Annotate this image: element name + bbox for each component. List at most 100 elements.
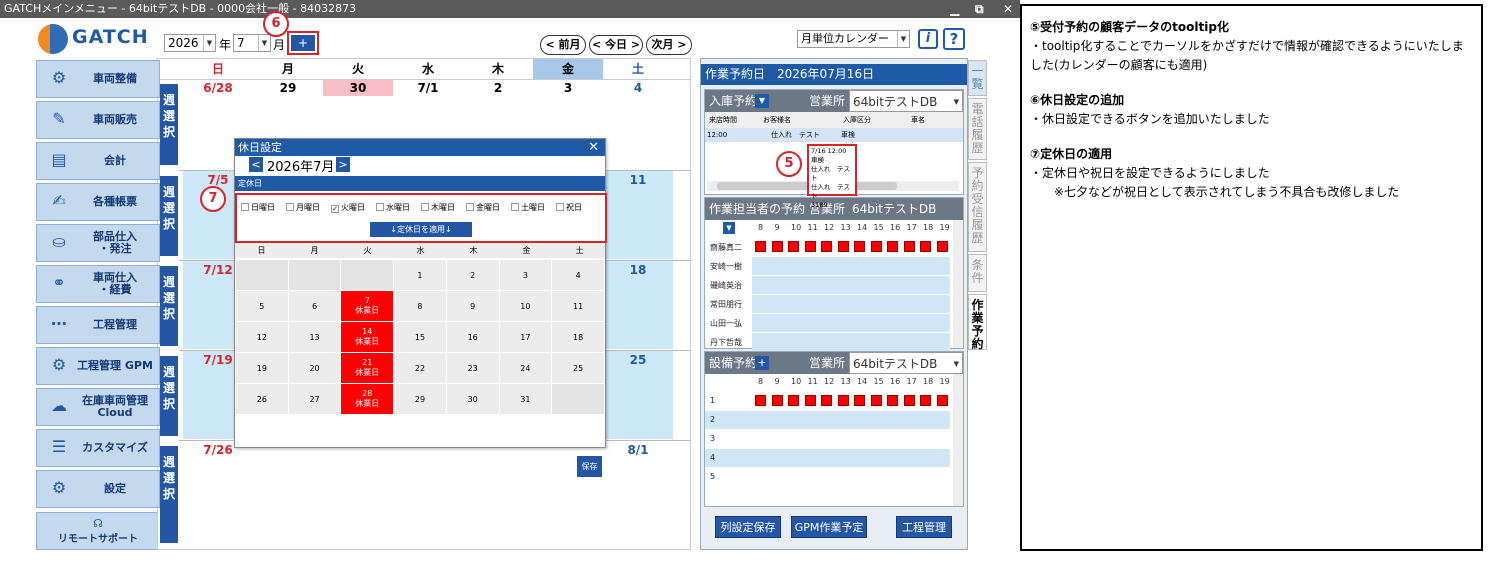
- week-select-button[interactable]: 週 選 択: [160, 446, 178, 543]
- vtab-4[interactable]: 作業予約: [968, 294, 987, 351]
- dialog-day-cell[interactable]: 10: [498, 290, 553, 322]
- reservation-block[interactable]: [821, 241, 832, 252]
- dialog-day-cell[interactable]: 12: [235, 321, 289, 353]
- dialog-day-cell[interactable]: 4: [551, 259, 605, 291]
- calendar-day[interactable]: 3: [533, 80, 603, 96]
- staff-name[interactable]: 齋藤真二: [710, 242, 742, 253]
- staff-name[interactable]: 常田朋行: [710, 299, 742, 310]
- calendar-day[interactable]: 30: [323, 80, 393, 96]
- staff-name[interactable]: 安崎一樹: [710, 261, 742, 272]
- holiday-setting-add-button[interactable]: +: [291, 35, 315, 51]
- reservation-block[interactable]: [936, 395, 948, 406]
- dialog-day-cell[interactable]: 28 休業日: [340, 383, 395, 415]
- dialog-day-cell[interactable]: 29: [393, 383, 447, 415]
- dialog-day-cell[interactable]: 18: [551, 321, 605, 353]
- staff-name[interactable]: 山田一弘: [710, 318, 742, 329]
- calendar-day[interactable]: 7/1: [393, 80, 463, 96]
- dialog-day-cell[interactable]: 8: [393, 290, 447, 322]
- calendar-day[interactable]: 11: [603, 172, 673, 188]
- reservation-block[interactable]: [804, 395, 816, 406]
- reservation-block[interactable]: [887, 241, 898, 252]
- vtab-3[interactable]: 条件: [968, 254, 987, 292]
- year-select[interactable]: 2026 ▼: [164, 34, 216, 52]
- staff-name[interactable]: 丹下哲哉: [710, 337, 742, 348]
- gpm-schedule-button[interactable]: GPM作業予定: [791, 516, 867, 538]
- dialog-day-cell[interactable]: 1: [393, 259, 447, 291]
- week-select-button[interactable]: 週 選 択: [160, 266, 178, 346]
- today-button[interactable]: < 今日 >: [589, 35, 643, 55]
- dialog-save-button[interactable]: 保存: [577, 456, 602, 477]
- dialog-next-month-button[interactable]: >: [336, 157, 350, 172]
- sidebar-item-2[interactable]: ▤ 会計: [36, 142, 160, 180]
- help-icon[interactable]: ?: [943, 28, 965, 50]
- maximize-icon[interactable]: ⧉: [975, 0, 984, 18]
- reservation-block[interactable]: [920, 241, 931, 252]
- reservation-block[interactable]: [755, 395, 766, 406]
- reservation-block[interactable]: [837, 241, 849, 252]
- reservation-block[interactable]: [804, 241, 816, 252]
- week-select-button[interactable]: 週 選 択: [160, 356, 178, 436]
- dialog-day-cell[interactable]: 13: [287, 321, 342, 353]
- sidebar-item-3[interactable]: ✍ 各種帳票: [36, 183, 160, 221]
- calendar-day[interactable]: 29: [253, 80, 323, 96]
- vtab-2[interactable]: 予約受信履歴: [968, 162, 987, 252]
- calendar-day[interactable]: 8/1: [603, 442, 673, 458]
- next-month-button[interactable]: 次月 >: [646, 35, 692, 55]
- sidebar-item-9[interactable]: ☰ カスタマイズ: [36, 429, 160, 467]
- reservation-block[interactable]: [870, 395, 882, 406]
- office-select[interactable]: 64bitテストDB ▼: [849, 90, 963, 112]
- dialog-day-cell[interactable]: 26: [235, 383, 289, 415]
- calendar-day[interactable]: 2: [463, 80, 533, 96]
- reservation-block[interactable]: [903, 395, 915, 406]
- reservation-block[interactable]: [854, 241, 865, 252]
- dialog-day-cell[interactable]: 22: [393, 352, 447, 384]
- dialog-day-cell[interactable]: 3: [498, 259, 553, 291]
- dialog-day-cell[interactable]: 7 休業日: [340, 290, 395, 322]
- reservation-block[interactable]: [903, 241, 915, 252]
- vertical-scrollbar[interactable]: [953, 374, 963, 506]
- dialog-day-cell[interactable]: 21 休業日: [340, 352, 395, 384]
- dialog-day-cell[interactable]: 30: [445, 383, 500, 415]
- office-select[interactable]: 64bitテストDB: [849, 198, 963, 220]
- office-select[interactable]: 64bitテストDB ▼: [849, 352, 963, 374]
- dialog-day-cell[interactable]: 16: [445, 321, 500, 353]
- reservation-block[interactable]: [771, 241, 783, 252]
- dialog-day-cell[interactable]: 14 休業日: [340, 321, 395, 353]
- dialog-day-cell[interactable]: 23: [445, 352, 500, 384]
- sidebar-item-6[interactable]: ⋯ 工程管理: [36, 306, 160, 344]
- dialog-day-cell[interactable]: 6: [287, 290, 342, 322]
- week-select-button[interactable]: 週 選 択: [160, 84, 178, 165]
- dialog-day-cell[interactable]: 17: [498, 321, 553, 353]
- dialog-day-cell[interactable]: 24: [498, 352, 553, 384]
- dialog-day-cell[interactable]: 20: [287, 352, 342, 384]
- remote-support-button[interactable]: ☊ リモートサポート: [36, 512, 160, 550]
- dialog-day-cell[interactable]: 27: [287, 383, 342, 415]
- dialog-day-cell[interactable]: 25: [551, 352, 605, 384]
- calendar-day[interactable]: 4: [603, 80, 673, 96]
- calendar-day[interactable]: 25: [603, 352, 673, 368]
- dialog-day-cell[interactable]: 19: [235, 352, 289, 384]
- dialog-day-cell[interactable]: 31: [498, 383, 553, 415]
- reservation-block[interactable]: [887, 395, 898, 406]
- sidebar-item-7[interactable]: ⚙ 工程管理 GPM: [36, 347, 160, 385]
- reservation-block[interactable]: [755, 241, 766, 252]
- sidebar-item-5[interactable]: ⚭ 車両仕入 ・経費: [36, 265, 160, 303]
- prev-month-button[interactable]: < 前月: [540, 35, 586, 55]
- sidebar-item-1[interactable]: ✎ 車両販売: [36, 101, 160, 139]
- info-icon[interactable]: i: [918, 29, 938, 49]
- staff-name[interactable]: 磯崎英治: [710, 280, 742, 291]
- dialog-day-cell[interactable]: 11: [551, 290, 605, 322]
- reservation-block[interactable]: [936, 241, 948, 252]
- vertical-scrollbar[interactable]: [953, 220, 963, 348]
- close-icon[interactable]: ✕: [588, 139, 599, 156]
- reservation-block[interactable]: [788, 395, 799, 406]
- reservation-block[interactable]: [788, 241, 799, 252]
- minimize-icon[interactable]: ▁: [950, 0, 959, 18]
- chevron-down-icon[interactable]: ▼: [723, 222, 735, 234]
- reservation-block[interactable]: [771, 395, 783, 406]
- vtab-1[interactable]: 電話履歴: [968, 98, 987, 160]
- month-select[interactable]: 7 ▼: [233, 34, 271, 52]
- reservation-block[interactable]: [821, 395, 832, 406]
- process-management-button[interactable]: 工程管理: [896, 516, 952, 538]
- sidebar-item-8[interactable]: ☁ 在庫車両管理 Cloud: [36, 388, 160, 426]
